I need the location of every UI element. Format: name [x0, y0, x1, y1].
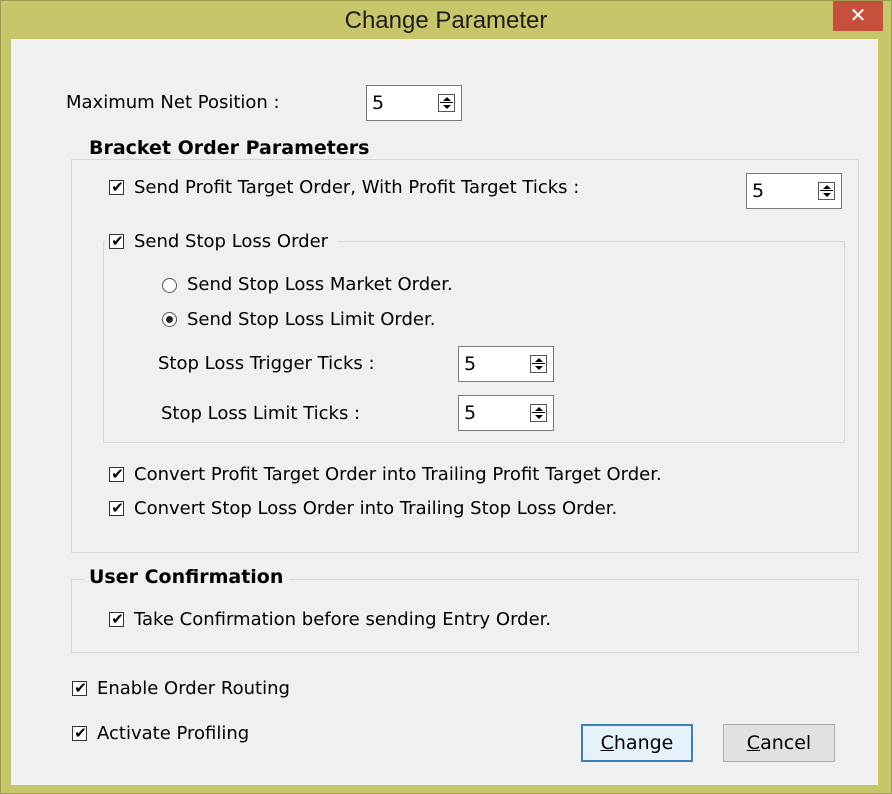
spin-arrows-icon[interactable] [438, 94, 455, 112]
profit-target-ticks-spinner[interactable]: 5 [746, 173, 842, 209]
stop-loss-limit-ticks-label: Stop Loss Limit Ticks : [161, 403, 361, 424]
close-icon: ✕ [849, 3, 867, 27]
activate-profiling-label: Activate Profiling [97, 723, 250, 744]
activate-profiling-checkbox[interactable]: ✔ [72, 724, 87, 742]
stop-loss-checkbox[interactable]: ✔ [109, 232, 124, 250]
change-parameter-window: Change Parameter ✕ Maximum Net Position … [0, 0, 892, 794]
profit-target-checkbox[interactable]: ✔ [109, 178, 124, 196]
stop-loss-market-radio[interactable] [162, 278, 177, 293]
stop-loss-limit-ticks-value[interactable]: 5 [464, 402, 476, 424]
check-icon: ✔ [111, 499, 124, 517]
check-icon: ✔ [111, 232, 124, 250]
spin-arrows-icon[interactable] [530, 404, 547, 422]
profit-target-ticks-value[interactable]: 5 [752, 180, 764, 202]
user-confirmation-legend: User Confirmation [85, 566, 290, 588]
cancel-button[interactable]: Cancel [723, 724, 835, 762]
check-icon: ✔ [111, 465, 124, 483]
profit-target-label: Send Profit Target Order, With Profit Ta… [134, 177, 580, 198]
check-icon: ✔ [111, 610, 124, 628]
trailing-stop-label: Convert Stop Loss Order into Trailing St… [134, 498, 618, 519]
stop-loss-trigger-spinner[interactable]: 5 [458, 346, 554, 382]
stop-loss-limit-radio[interactable] [162, 312, 177, 327]
check-icon: ✔ [111, 178, 124, 196]
trailing-profit-checkbox[interactable]: ✔ [109, 465, 124, 483]
dialog-client-area: Maximum Net Position : 5 Bracket Order P… [11, 39, 878, 785]
spin-arrows-icon[interactable] [530, 355, 547, 373]
change-button[interactable]: Change [581, 724, 693, 762]
enable-routing-checkbox[interactable]: ✔ [72, 679, 87, 697]
enable-routing-label: Enable Order Routing [97, 678, 290, 699]
spin-arrows-icon[interactable] [818, 182, 835, 200]
cancel-label: ancel [760, 732, 812, 754]
stop-loss-trigger-value[interactable]: 5 [464, 353, 476, 375]
entry-confirmation-checkbox[interactable]: ✔ [109, 610, 124, 628]
close-button[interactable]: ✕ [833, 1, 883, 31]
radio-selected-icon [166, 316, 173, 323]
stop-loss-label: Send Stop Loss Order [134, 231, 329, 252]
stop-loss-market-label: Send Stop Loss Market Order. [187, 274, 453, 295]
change-label: hange [613, 732, 674, 754]
entry-confirmation-label: Take Confirmation before sending Entry O… [134, 609, 552, 630]
max-net-position-value[interactable]: 5 [372, 92, 384, 114]
title-bar[interactable]: Change Parameter ✕ [1, 1, 891, 39]
trailing-profit-label: Convert Profit Target Order into Trailin… [134, 464, 662, 485]
check-icon: ✔ [74, 724, 87, 742]
check-icon: ✔ [74, 679, 87, 697]
stop-loss-trigger-label: Stop Loss Trigger Ticks : [158, 353, 375, 374]
stop-loss-limit-ticks-spinner[interactable]: 5 [458, 395, 554, 431]
trailing-stop-checkbox[interactable]: ✔ [109, 499, 124, 517]
max-net-position-spinner[interactable]: 5 [366, 85, 462, 121]
max-net-position-label: Maximum Net Position : [66, 92, 280, 113]
cancel-mnemonic: C [746, 732, 761, 754]
stop-loss-limit-label: Send Stop Loss Limit Order. [187, 309, 436, 330]
stop-loss-legend: ✔ Send Stop Loss Order [105, 231, 339, 253]
change-mnemonic: C [600, 732, 614, 754]
window-title: Change Parameter [344, 7, 548, 34]
bracket-order-legend: Bracket Order Parameters [85, 137, 376, 159]
